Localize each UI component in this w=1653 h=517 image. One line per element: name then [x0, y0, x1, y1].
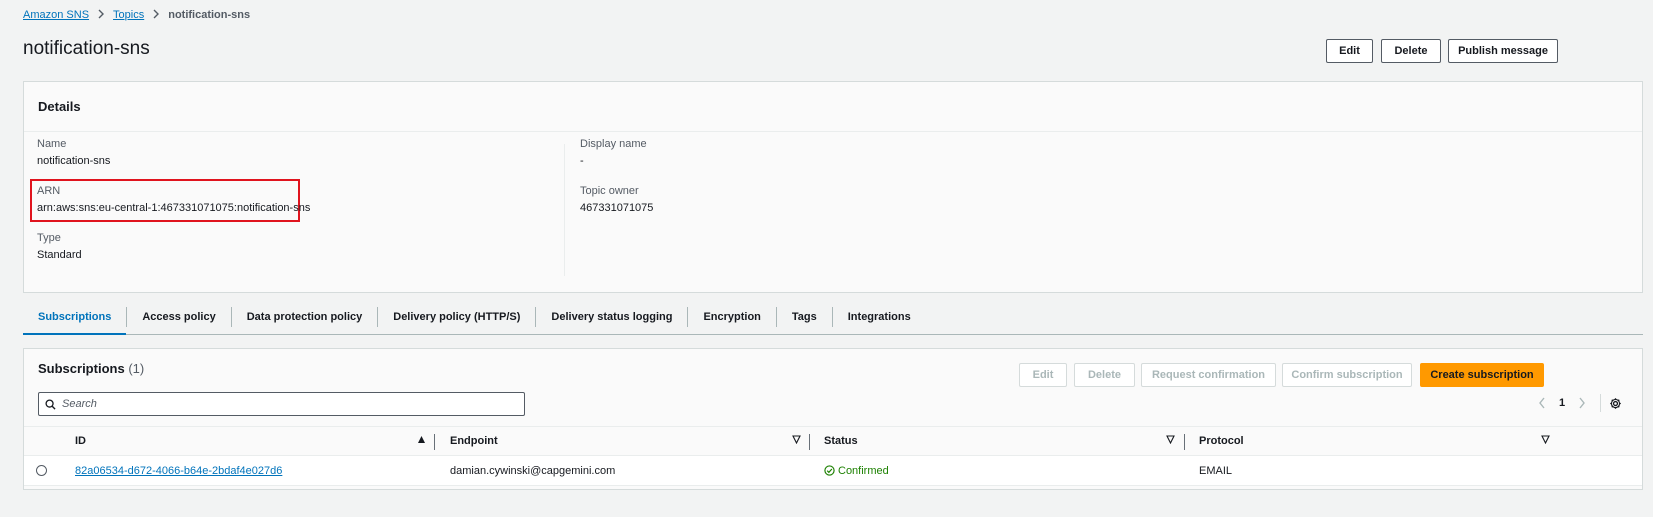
confirm-subscription-button[interactable]: Confirm subscription [1282, 363, 1412, 387]
arn-highlight-box [30, 179, 300, 222]
gear-icon[interactable] [1609, 397, 1622, 410]
subscription-endpoint: damian.cywinski@capgemini.com [450, 464, 616, 477]
page-title: notification-sns [23, 38, 150, 59]
subscription-id-cell: 82a06534-d672-4066-b64e-2bdaf4e027d6 [75, 456, 282, 485]
sort-descending-icon[interactable] [1166, 435, 1175, 447]
column-header-endpoint[interactable]: Endpoint [450, 427, 498, 455]
next-page-icon[interactable] [1572, 397, 1592, 409]
delete-topic-button[interactable]: Delete [1381, 39, 1441, 63]
column-divider [564, 144, 565, 276]
column-divider [1184, 434, 1185, 450]
column-header-protocol[interactable]: Protocol [1199, 427, 1244, 455]
subscription-status: Confirmed [824, 456, 889, 485]
request-confirmation-button[interactable]: Request confirmation [1141, 363, 1276, 387]
search-icon [45, 398, 56, 410]
subscription-id-link[interactable]: 82a06534-d672-4066-b64e-2bdaf4e027d6 [75, 465, 282, 477]
display-name-label: Display name [580, 138, 647, 150]
radio-button[interactable] [36, 465, 47, 476]
tab-tags[interactable]: Tags [777, 300, 832, 334]
tab-integrations[interactable]: Integrations [833, 300, 926, 334]
column-header-id[interactable]: ID [75, 427, 86, 455]
tab-delivery-status-logging[interactable]: Delivery status logging [536, 300, 687, 334]
pager-divider [1600, 394, 1601, 412]
tab-subscriptions[interactable]: Subscriptions [23, 300, 127, 335]
edit-subscription-button[interactable]: Edit [1019, 363, 1067, 387]
table-header: ID Endpoint Status Protocol [24, 426, 1642, 456]
chevron-right-icon [89, 9, 113, 22]
display-name-value: - [580, 155, 584, 167]
sort-descending-icon[interactable] [1541, 435, 1550, 447]
pagination: 1 [1532, 394, 1622, 412]
column-header-status[interactable]: Status [824, 427, 858, 455]
subscriptions-title: Subscriptions [38, 361, 125, 376]
edit-topic-button[interactable]: Edit [1326, 39, 1373, 63]
publish-message-button[interactable]: Publish message [1448, 39, 1558, 63]
sort-descending-icon[interactable] [792, 435, 801, 447]
tab-access-policy[interactable]: Access policy [127, 300, 230, 334]
check-circle-icon [824, 465, 835, 476]
chevron-right-icon [144, 9, 168, 22]
subscription-protocol: EMAIL [1199, 464, 1233, 477]
subscriptions-panel: Subscriptions (1) Edit Delete Request co… [23, 348, 1643, 490]
search-box[interactable] [38, 392, 525, 416]
subscriptions-heading: Subscriptions (1) [38, 361, 144, 376]
details-heading: Details [24, 82, 1642, 132]
name-label: Name [37, 138, 67, 150]
details-panel: Details Name notification-sns ARN arn:aw… [23, 81, 1643, 293]
tab-data-protection-policy[interactable]: Data protection policy [232, 300, 378, 334]
previous-page-icon[interactable] [1532, 397, 1552, 409]
breadcrumb-topics[interactable]: Topics [113, 9, 144, 21]
subscriptions-count: (1) [128, 361, 145, 376]
type-label: Type [37, 232, 61, 244]
type-value: Standard [37, 249, 82, 261]
sort-ascending-icon[interactable] [417, 435, 426, 447]
breadcrumb-amazon-sns[interactable]: Amazon SNS [23, 9, 89, 21]
tab-encryption[interactable]: Encryption [688, 300, 775, 334]
arn-label: ARN [37, 185, 61, 197]
topic-owner-value: 467331071075 [580, 202, 654, 214]
delete-subscription-button[interactable]: Delete [1074, 363, 1135, 387]
tab-delivery-policy[interactable]: Delivery policy (HTTP/S) [378, 300, 535, 334]
current-page-number[interactable]: 1 [1552, 397, 1572, 409]
search-input[interactable] [62, 398, 502, 410]
column-divider [809, 434, 810, 450]
row-select-radio[interactable] [36, 456, 47, 485]
status-text: Confirmed [838, 464, 889, 477]
breadcrumb-current: notification-sns [168, 9, 251, 21]
topic-owner-label: Topic owner [580, 185, 639, 197]
breadcrumb: Amazon SNS Topics notification-sns [23, 7, 250, 23]
column-divider [434, 434, 435, 450]
create-subscription-button[interactable]: Create subscription [1420, 363, 1544, 387]
name-value: notification-sns [37, 155, 111, 167]
arn-value: arn:aws:sns:eu-central-1:467331071075:no… [37, 202, 311, 214]
topic-tabs: Subscriptions Access policy Data protect… [23, 300, 1643, 335]
table-row: 82a06534-d672-4066-b64e-2bdaf4e027d6 dam… [24, 456, 1642, 486]
